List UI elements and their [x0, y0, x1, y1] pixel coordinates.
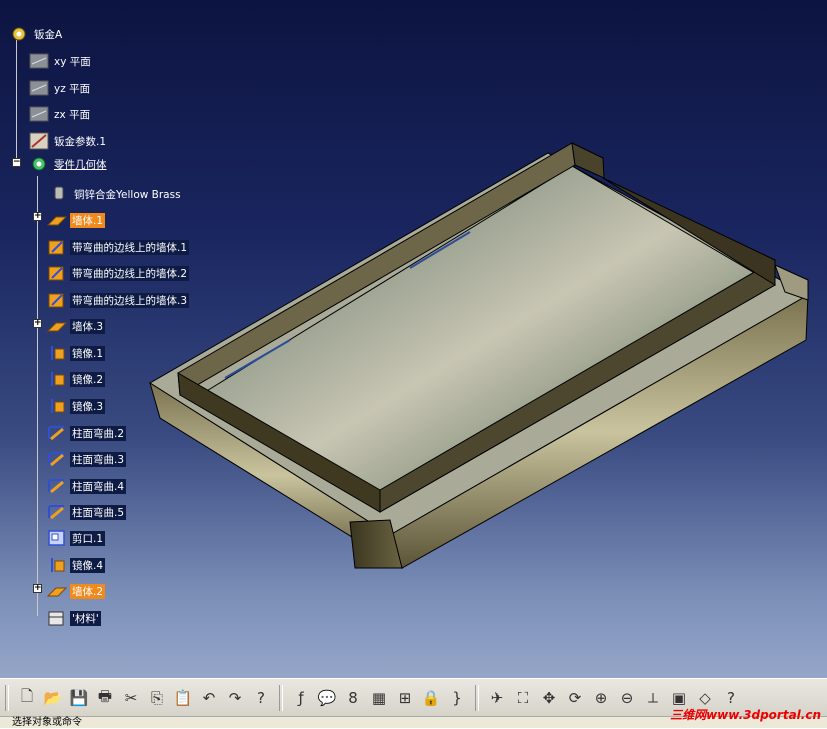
status-text: 选择对象或命令 — [12, 717, 82, 728]
tree-icon[interactable]: ⊞ — [393, 686, 417, 710]
cut-icon[interactable]: ✂ — [119, 686, 143, 710]
tree-item-mirror-3[interactable]: 镜像.3 — [46, 396, 106, 416]
tree-item-mirror-4[interactable]: 镜像.4 — [46, 555, 106, 575]
material-icon — [48, 184, 70, 204]
tree-item-xy-plane[interactable]: xy 平面 — [28, 51, 93, 71]
material-folder-icon — [46, 608, 68, 628]
tree-item-sheetmetal-params[interactable]: 钣金参数.1 — [28, 131, 108, 151]
save-icon[interactable]: 💾 — [67, 686, 91, 710]
tree-item-zx-plane[interactable]: zx 平面 — [28, 104, 92, 124]
mirror-icon — [46, 343, 68, 363]
tree-item-part-body[interactable]: 零件几何体 — [28, 154, 109, 174]
gear-icon — [8, 24, 30, 44]
specification-tree[interactable]: 钣金A xy 平面 yz 平面 zx 平面 钣金参数.1 − 零件几何体 铜锌合… — [0, 0, 260, 640]
tree-item-cutout-1[interactable]: 剪口.1 — [46, 528, 106, 548]
table-icon[interactable]: ▦ — [367, 686, 391, 710]
part-body-icon — [28, 154, 50, 174]
zoom-out-icon[interactable]: ⊖ — [615, 686, 639, 710]
expand-icon[interactable]: + — [33, 584, 42, 593]
tree-item-cyl-bend-4[interactable]: 柱面弯曲.4 — [46, 476, 127, 496]
undo-icon[interactable]: ↶ — [197, 686, 221, 710]
plane-icon — [28, 78, 50, 98]
wall-icon — [46, 316, 68, 336]
expand-icon[interactable]: + — [33, 319, 42, 328]
fit-all-icon[interactable]: ⛶ — [511, 686, 535, 710]
fly-icon[interactable]: ✈ — [485, 686, 509, 710]
mirror-icon — [46, 369, 68, 389]
tree-item-mirror-1[interactable]: 镜像.1 — [46, 343, 106, 363]
knowledge-icon[interactable]: 8 — [341, 686, 365, 710]
lock-icon[interactable]: 🔒 — [419, 686, 443, 710]
plane-icon — [28, 104, 50, 124]
collapse-icon[interactable]: − — [12, 158, 21, 167]
plane-icon — [28, 51, 50, 71]
tree-root-label: 钣金A — [34, 28, 63, 41]
tree-item-wall-on-edge-2[interactable]: 带弯曲的边线上的墙体.2 — [46, 263, 190, 283]
tree-item-wall-1[interactable]: 墙体.1 — [46, 210, 106, 230]
tree-item-material-folder[interactable]: '材料' — [46, 608, 101, 628]
mirror-icon — [46, 555, 68, 575]
tree-item-material[interactable]: 铜锌合金Yellow Brass — [48, 184, 183, 204]
mirror-icon — [46, 396, 68, 416]
formula-icon[interactable]: ƒ — [289, 686, 313, 710]
tree-item-wall-3[interactable]: 墙体.3 — [46, 316, 106, 336]
whats-this-icon[interactable]: ? — [249, 686, 273, 710]
print-icon[interactable]: 🖶 — [93, 686, 117, 710]
cutout-icon — [46, 528, 68, 548]
normal-view-icon[interactable]: ⟂ — [641, 686, 665, 710]
tree-item-wall-on-edge-3[interactable]: 带弯曲的边线上的墙体.3 — [46, 290, 190, 310]
tree-item-cyl-bend-5[interactable]: 柱面弯曲.5 — [46, 502, 127, 522]
tree-item-cyl-bend-3[interactable]: 柱面弯曲.3 — [46, 449, 127, 469]
wall-icon — [46, 581, 68, 601]
watermark: 三维网www.3dportal.cn — [670, 708, 821, 722]
pan-icon[interactable]: ✥ — [537, 686, 561, 710]
tree-item-wall-2[interactable]: 墙体.2 — [46, 581, 106, 601]
tree-item-mirror-2[interactable]: 镜像.2 — [46, 369, 106, 389]
expand-icon[interactable]: + — [33, 212, 42, 221]
wall-on-edge-icon — [46, 237, 68, 257]
wall-on-edge-icon — [46, 263, 68, 283]
cylindrical-bend-icon — [46, 423, 68, 443]
paste-icon[interactable]: 📋 — [171, 686, 195, 710]
tree-item-yz-plane[interactable]: yz 平面 — [28, 78, 92, 98]
cylindrical-bend-icon — [46, 476, 68, 496]
new-icon[interactable]: 🗋 — [15, 686, 39, 710]
expand-tree-icon[interactable]: } — [445, 686, 469, 710]
tree-root[interactable]: 钣金A — [8, 24, 64, 44]
tree-item-wall-on-edge-1[interactable]: 带弯曲的边线上的墙体.1 — [46, 237, 190, 257]
wall-on-edge-icon — [46, 290, 68, 310]
redo-icon[interactable]: ↷ — [223, 686, 247, 710]
rotate-icon[interactable]: ⟳ — [563, 686, 587, 710]
tree-item-cyl-bend-2[interactable]: 柱面弯曲.2 — [46, 423, 127, 443]
comment-icon[interactable]: 💬 — [315, 686, 339, 710]
open-icon[interactable]: 📂 — [41, 686, 65, 710]
zoom-in-icon[interactable]: ⊕ — [589, 686, 613, 710]
wall-icon — [46, 210, 68, 230]
sheetmetal-params-icon — [28, 131, 50, 151]
cylindrical-bend-icon — [46, 502, 68, 522]
copy-icon[interactable]: ⎘ — [145, 686, 169, 710]
cylindrical-bend-icon — [46, 449, 68, 469]
